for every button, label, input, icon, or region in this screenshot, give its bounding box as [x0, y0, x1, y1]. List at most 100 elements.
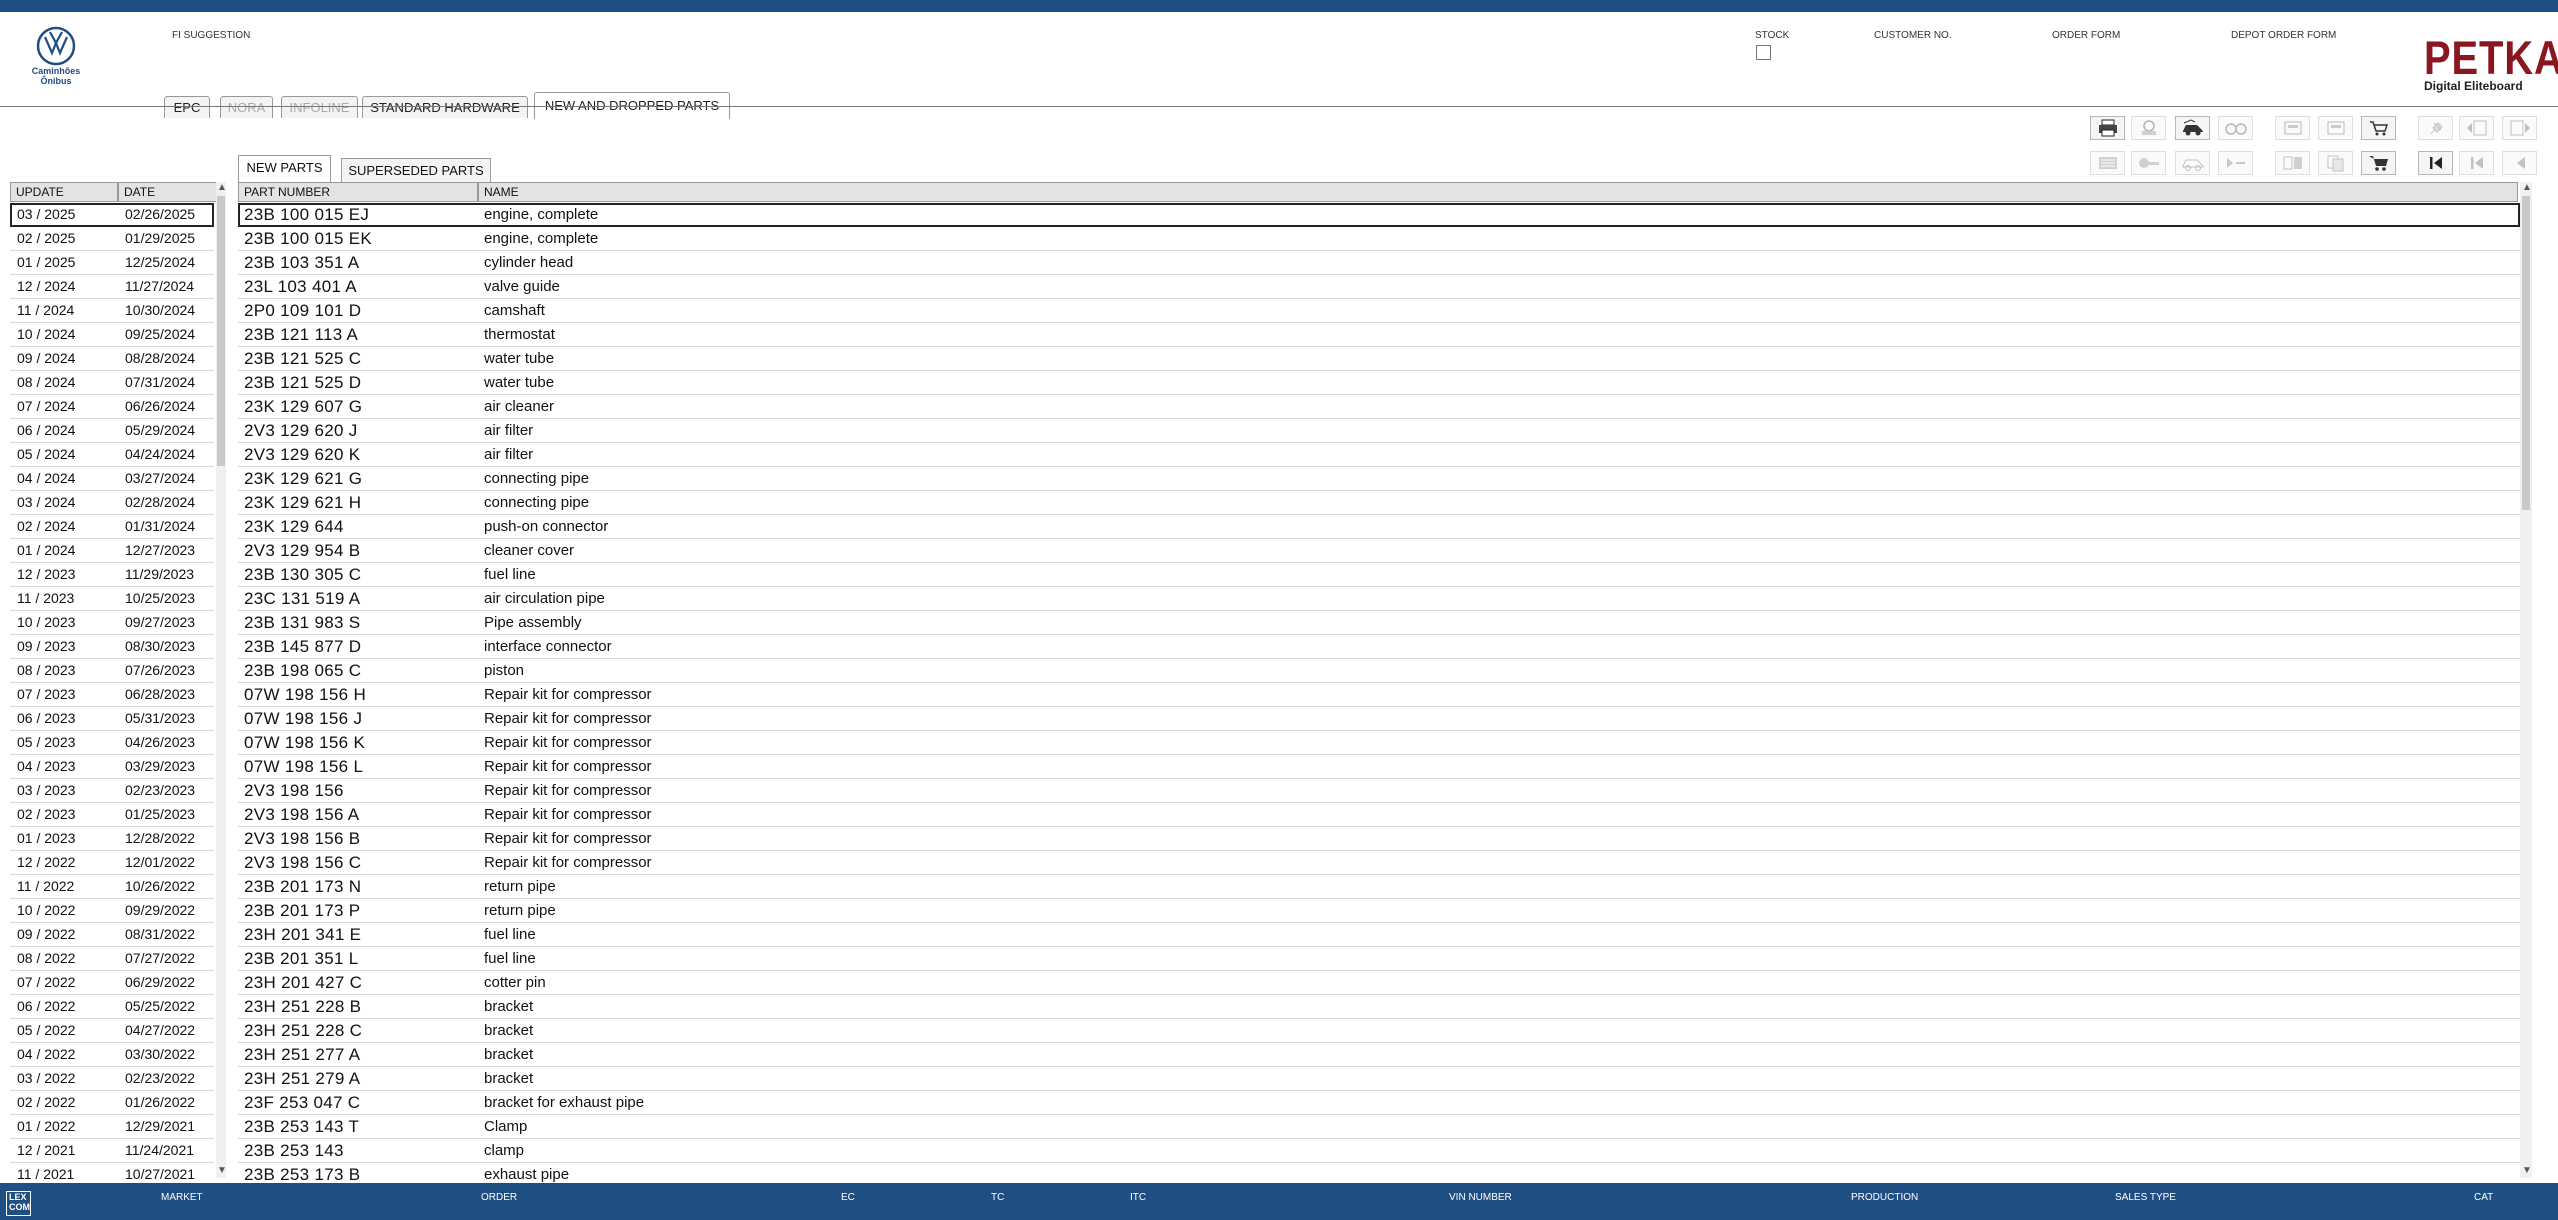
update-table-row[interactable]: 06 / 2024 05/29/2024 [10, 419, 214, 443]
parts-table-row[interactable]: 23B 201 173 N return pipe [238, 875, 2520, 899]
parts-table-row[interactable]: 23B 253 143 clamp [238, 1139, 2520, 1163]
update-table-row[interactable]: 10 / 2022 09/29/2022 [10, 899, 214, 923]
parts-scroll-up-arrow-icon[interactable]: ▲ [2522, 183, 2532, 193]
page-forward-button[interactable] [2502, 116, 2537, 140]
update-table-row[interactable]: 03 / 2024 02/28/2024 [10, 491, 214, 515]
column-header-update[interactable]: UPDATE [10, 182, 118, 202]
update-table-row[interactable]: 08 / 2024 07/31/2024 [10, 371, 214, 395]
parts-table-row[interactable]: 2V3 129 620 J air filter [238, 419, 2520, 443]
update-table-row[interactable]: 07 / 2024 06/26/2024 [10, 395, 214, 419]
parts-table-row[interactable]: 23F 253 047 C bracket for exhaust pipe [238, 1091, 2520, 1115]
column-header-date[interactable]: DATE [118, 182, 221, 202]
list-button[interactable] [2090, 151, 2125, 175]
update-table-row[interactable]: 09 / 2024 08/28/2024 [10, 347, 214, 371]
update-table-row[interactable]: 12 / 2021 11/24/2021 [10, 1139, 214, 1163]
parts-table-row[interactable]: 23B 121 525 C water tube [238, 347, 2520, 371]
prev-button[interactable] [2502, 151, 2537, 175]
parts-table-row[interactable]: 2V3 198 156 A Repair kit for compressor [238, 803, 2520, 827]
device-button-1[interactable] [2275, 116, 2310, 140]
update-table-row[interactable]: 05 / 2024 04/24/2024 [10, 443, 214, 467]
update-table-row[interactable]: 01 / 2024 12/27/2023 [10, 539, 214, 563]
fi-suggestion-label[interactable]: FI SUGGESTION [172, 30, 250, 41]
parts-table-row[interactable]: 23B 121 525 D water tube [238, 371, 2520, 395]
update-table-scrollbar[interactable]: ▲ ▼ [216, 182, 227, 1178]
copy-button[interactable] [2318, 151, 2353, 175]
update-table-row[interactable]: 04 / 2023 03/29/2023 [10, 755, 214, 779]
parts-table-row[interactable]: 23H 251 277 A bracket [238, 1043, 2520, 1067]
tab-new-parts[interactable]: NEW PARTS [238, 155, 331, 182]
parts-table-row[interactable]: 2V3 198 156 C Repair kit for compressor [238, 851, 2520, 875]
parts-table-scrollbar[interactable]: ▲ ▼ [2520, 182, 2532, 1178]
parts-table-row[interactable]: 23H 251 228 C bracket [238, 1019, 2520, 1043]
update-table-row[interactable]: 03 / 2025 02/26/2025 [10, 203, 214, 227]
stock-checkbox[interactable] [1756, 45, 1771, 60]
parts-table-row[interactable]: 23K 129 644 push-on connector [238, 515, 2520, 539]
arrow-dash-button[interactable] [2218, 151, 2253, 175]
prev-page-button[interactable] [2459, 151, 2494, 175]
update-table-row[interactable]: 05 / 2022 04/27/2022 [10, 1019, 214, 1043]
parts-table-row[interactable]: 2V3 198 156 B Repair kit for compressor [238, 827, 2520, 851]
update-table-row[interactable]: 11 / 2022 10/26/2022 [10, 875, 214, 899]
car-outline-button[interactable] [2175, 151, 2210, 175]
update-table-row[interactable]: 08 / 2023 07/26/2023 [10, 659, 214, 683]
update-table-row[interactable]: 10 / 2023 09/27/2023 [10, 611, 214, 635]
scroll-down-arrow-icon[interactable]: ▼ [217, 1166, 227, 1176]
parts-table-row[interactable]: 23B 103 351 A cylinder head [238, 251, 2520, 275]
scroll-up-arrow-icon[interactable]: ▲ [217, 183, 227, 193]
update-table-row[interactable]: 05 / 2023 04/26/2023 [10, 731, 214, 755]
parts-table-row[interactable]: 23L 103 401 A valve guide [238, 275, 2520, 299]
parts-table-row[interactable]: 23B 198 065 C piston [238, 659, 2520, 683]
first-page-button[interactable] [2418, 151, 2453, 175]
parts-table-row[interactable]: 07W 198 156 K Repair kit for compressor [238, 731, 2520, 755]
parts-scroll-down-arrow-icon[interactable]: ▼ [2522, 1166, 2532, 1176]
update-table-row[interactable]: 02 / 2025 01/29/2025 [10, 227, 214, 251]
update-table-row[interactable]: 10 / 2024 09/25/2024 [10, 323, 214, 347]
parts-table-row[interactable]: 23H 201 427 C cotter pin [238, 971, 2520, 995]
parts-table-row[interactable]: 23B 201 351 L fuel line [238, 947, 2520, 971]
parts-table-row[interactable]: 23B 121 113 A thermostat [238, 323, 2520, 347]
update-table-row[interactable]: 07 / 2023 06/28/2023 [10, 683, 214, 707]
print-button[interactable] [2090, 116, 2125, 140]
update-table-row[interactable]: 07 / 2022 06/29/2022 [10, 971, 214, 995]
parts-table-row[interactable]: 23B 100 015 EJ engine, complete [238, 203, 2520, 227]
order-form-field[interactable]: ORDER FORM [2052, 30, 2120, 41]
parts-table-row[interactable]: 2V3 129 620 K air filter [238, 443, 2520, 467]
update-table-row[interactable]: 03 / 2022 02/23/2022 [10, 1067, 214, 1091]
update-table-row[interactable]: 03 / 2023 02/23/2023 [10, 779, 214, 803]
layout-button[interactable] [2275, 151, 2310, 175]
user-button[interactable] [2131, 116, 2166, 140]
update-table-row[interactable]: 01 / 2025 12/25/2024 [10, 251, 214, 275]
pin-button[interactable] [2418, 116, 2453, 140]
parts-table-row[interactable]: 23K 129 621 G connecting pipe [238, 467, 2520, 491]
parts-table-row[interactable]: 23K 129 607 G air cleaner [238, 395, 2520, 419]
update-table-row[interactable]: 08 / 2022 07/27/2022 [10, 947, 214, 971]
update-table-row[interactable]: 12 / 2022 12/01/2022 [10, 851, 214, 875]
parts-table-row[interactable]: 23K 129 621 H connecting pipe [238, 491, 2520, 515]
parts-table-row[interactable]: 2V3 198 156 Repair kit for compressor [238, 779, 2520, 803]
update-table-row[interactable]: 04 / 2022 03/30/2022 [10, 1043, 214, 1067]
tab-epc[interactable]: EPC [164, 96, 210, 118]
parts-table-row[interactable]: 23B 131 983 S Pipe assembly [238, 611, 2520, 635]
cart-select-button[interactable] [2361, 116, 2396, 140]
vehicle-button[interactable] [2175, 116, 2210, 140]
parts-table-row[interactable]: 23H 251 228 B bracket [238, 995, 2520, 1019]
customer-no-field[interactable]: CUSTOMER NO. [1874, 30, 1952, 41]
device-button-2[interactable] [2318, 116, 2353, 140]
cart-button[interactable] [2361, 151, 2396, 175]
update-table-scroll-thumb[interactable] [217, 196, 225, 466]
update-table-row[interactable]: 01 / 2023 12/28/2022 [10, 827, 214, 851]
update-table-row[interactable]: 01 / 2022 12/29/2021 [10, 1115, 214, 1139]
glasses-button[interactable] [2218, 116, 2253, 140]
update-table-row[interactable]: 11 / 2024 10/30/2024 [10, 299, 214, 323]
update-table-row[interactable]: 06 / 2022 05/25/2022 [10, 995, 214, 1019]
parts-table-row[interactable]: 07W 198 156 H Repair kit for compressor [238, 683, 2520, 707]
parts-table-row[interactable]: 23B 253 143 T Clamp [238, 1115, 2520, 1139]
update-table-row[interactable]: 02 / 2023 01/25/2023 [10, 803, 214, 827]
parts-table-row[interactable]: 23H 251 279 A bracket [238, 1067, 2520, 1091]
update-table-row[interactable]: 12 / 2023 11/29/2023 [10, 563, 214, 587]
parts-table-row[interactable]: 23B 145 877 D interface connector [238, 635, 2520, 659]
parts-table-row[interactable]: 2V3 129 954 B cleaner cover [238, 539, 2520, 563]
parts-table-row[interactable]: 23B 201 173 P return pipe [238, 899, 2520, 923]
parts-table-scroll-thumb[interactable] [2522, 196, 2530, 510]
update-table-row[interactable]: 02 / 2022 01/26/2022 [10, 1091, 214, 1115]
